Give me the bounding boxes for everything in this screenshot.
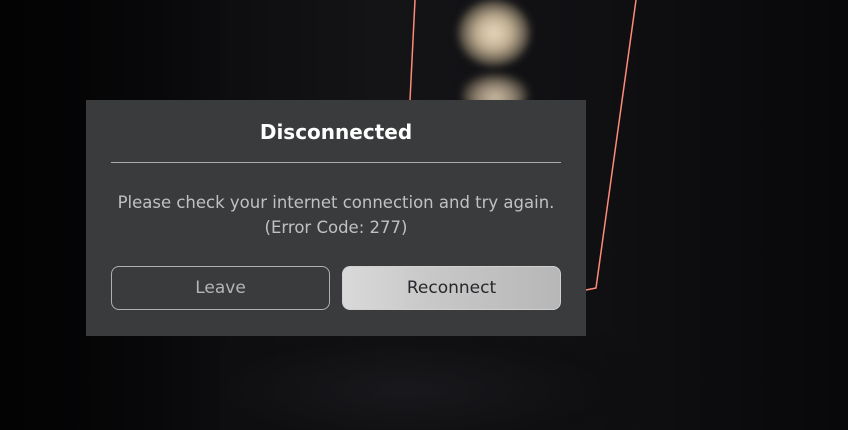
leave-button-label: Leave — [195, 278, 246, 298]
dialog-message: Please check your internet connection an… — [96, 190, 576, 240]
reconnect-button[interactable]: Reconnect — [342, 266, 561, 310]
reconnect-button-label: Reconnect — [406, 278, 497, 298]
game-viewport: Disconnected Please check your internet … — [0, 0, 848, 430]
dialog-message-line: Please check your internet connection an… — [117, 193, 555, 212]
disconnect-dialog: Disconnected Please check your internet … — [86, 100, 586, 336]
error-code-text: (Error Code: 277) — [264, 218, 408, 237]
background-light-upper — [458, 0, 530, 66]
dialog-title: Disconnected — [259, 120, 413, 144]
dialog-divider — [111, 162, 561, 163]
leave-button[interactable]: Leave — [111, 266, 330, 310]
background-floor — [220, 330, 640, 430]
